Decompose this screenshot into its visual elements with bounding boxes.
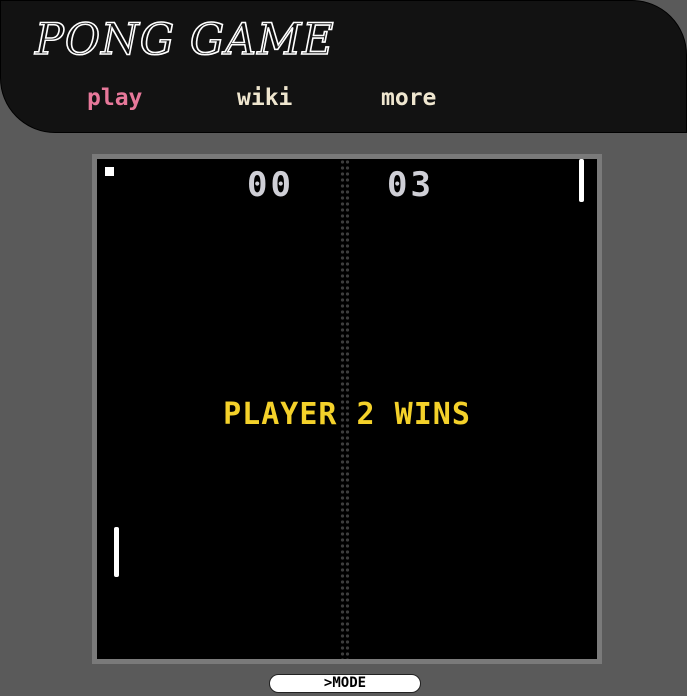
nav-item-more[interactable]: more (381, 83, 436, 113)
left-paddle (114, 527, 119, 577)
site-logo[interactable]: PONG GAME (34, 11, 335, 69)
ball (105, 167, 114, 176)
mode-button[interactable]: >MODE (269, 674, 421, 693)
game-over-message: PLAYER 2 WINS (223, 397, 471, 432)
right-paddle (579, 159, 584, 202)
main-nav: play wiki more (1, 83, 687, 115)
score-left: 00 (247, 165, 294, 205)
game-canvas[interactable]: 00 03 PLAYER 2 WINS (92, 154, 602, 664)
score-right: 03 (387, 165, 434, 205)
site-header: PONG GAME play wiki more (0, 0, 687, 133)
nav-item-wiki[interactable]: wiki (237, 83, 292, 113)
nav-item-play[interactable]: play (87, 83, 142, 113)
